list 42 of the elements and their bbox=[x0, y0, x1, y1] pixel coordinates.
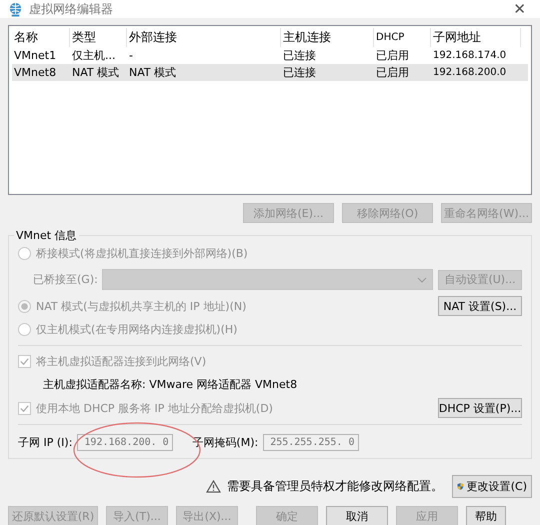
checkbox-label: 使用本地 DHCP 服务将 IP 地址分配给虚拟机(D) bbox=[36, 400, 274, 416]
table-cell-text: NAT 模式 bbox=[71, 65, 120, 80]
table-cell-text: VMnet8 bbox=[13, 66, 58, 79]
group-title: VMnet 信息 bbox=[14, 228, 79, 243]
footer-button[interactable]: 取消 bbox=[326, 506, 388, 525]
radio-label: 仅主机模式(在专用网络内连接虚拟机)(H) bbox=[36, 322, 238, 337]
column-header[interactable]: DHCP bbox=[374, 28, 431, 47]
warning-icon bbox=[206, 480, 221, 493]
table-cell-text: VMnet1 bbox=[13, 49, 58, 62]
column-header[interactable]: 名称 bbox=[12, 28, 70, 47]
table-cell-text: 已启用 bbox=[375, 48, 410, 63]
close-button[interactable]: ✕ bbox=[507, 0, 532, 18]
column-header[interactable]: 主机连接 bbox=[281, 28, 374, 47]
table-cell-text: NAT 模式 bbox=[128, 65, 178, 80]
table-cell-text: - bbox=[128, 49, 134, 62]
table-cell-text: 已连接 bbox=[282, 65, 317, 80]
table-cell-text: 已启用 bbox=[375, 65, 410, 80]
column-header[interactable]: 外部连接 bbox=[127, 28, 281, 47]
dropdown[interactable] bbox=[102, 269, 433, 290]
radio-label: NAT 模式(与虚拟机共享主机的 IP 地址)(N) bbox=[36, 298, 248, 314]
checkbox-label: 将主机虚拟适配器连接到此网络(V) bbox=[36, 354, 206, 369]
adapter-name: 主机虚拟适配器名称: VMware 网络适配器 VMnet8 bbox=[43, 377, 298, 392]
network-row[interactable]: VMnet1 仅主机... - 已连接 已启用 192.168.174.0 bbox=[12, 47, 528, 64]
table-cell-text: 192.168.200.0 bbox=[432, 67, 508, 78]
change-settings-button[interactable]: 更改设置(C) bbox=[452, 475, 532, 498]
dhcp-settings-button[interactable]: DHCP 设置(P)... bbox=[438, 398, 522, 418]
table-cell-text: 192.168.174.0 bbox=[432, 50, 508, 61]
footer-button[interactable]: 帮助 bbox=[466, 506, 506, 525]
column-header[interactable]: 子网地址 bbox=[431, 28, 521, 47]
subnet-mask-field[interactable]: 255.255.255. 0 bbox=[263, 434, 360, 451]
notice-text: 需要具备管理员特权才能修改网络配置。 bbox=[227, 478, 443, 495]
field-label: 已桥接至(G): bbox=[33, 272, 97, 287]
field-label: 子网 IP (I): bbox=[18, 435, 72, 450]
chevron-icon bbox=[417, 276, 427, 282]
network-row[interactable]: VMnet8 NAT 模式 NAT 模式 已连接 已启用 192.168.200.0 bbox=[12, 64, 528, 81]
nat-settings-button[interactable]: NAT 设置(S)... bbox=[438, 296, 522, 316]
table-cell-text: 已连接 bbox=[282, 48, 317, 63]
radio-label: 桥接模式(将虚拟机直接连接到外部网络)(B) bbox=[36, 246, 248, 261]
window-title: 虚拟网络编辑器 bbox=[29, 0, 114, 18]
column-header[interactable]: 类型 bbox=[70, 28, 127, 47]
subnet-ip-field[interactable]: 192.168.200. 0 bbox=[77, 434, 174, 451]
table-cell-text: 仅主机... bbox=[71, 48, 116, 63]
